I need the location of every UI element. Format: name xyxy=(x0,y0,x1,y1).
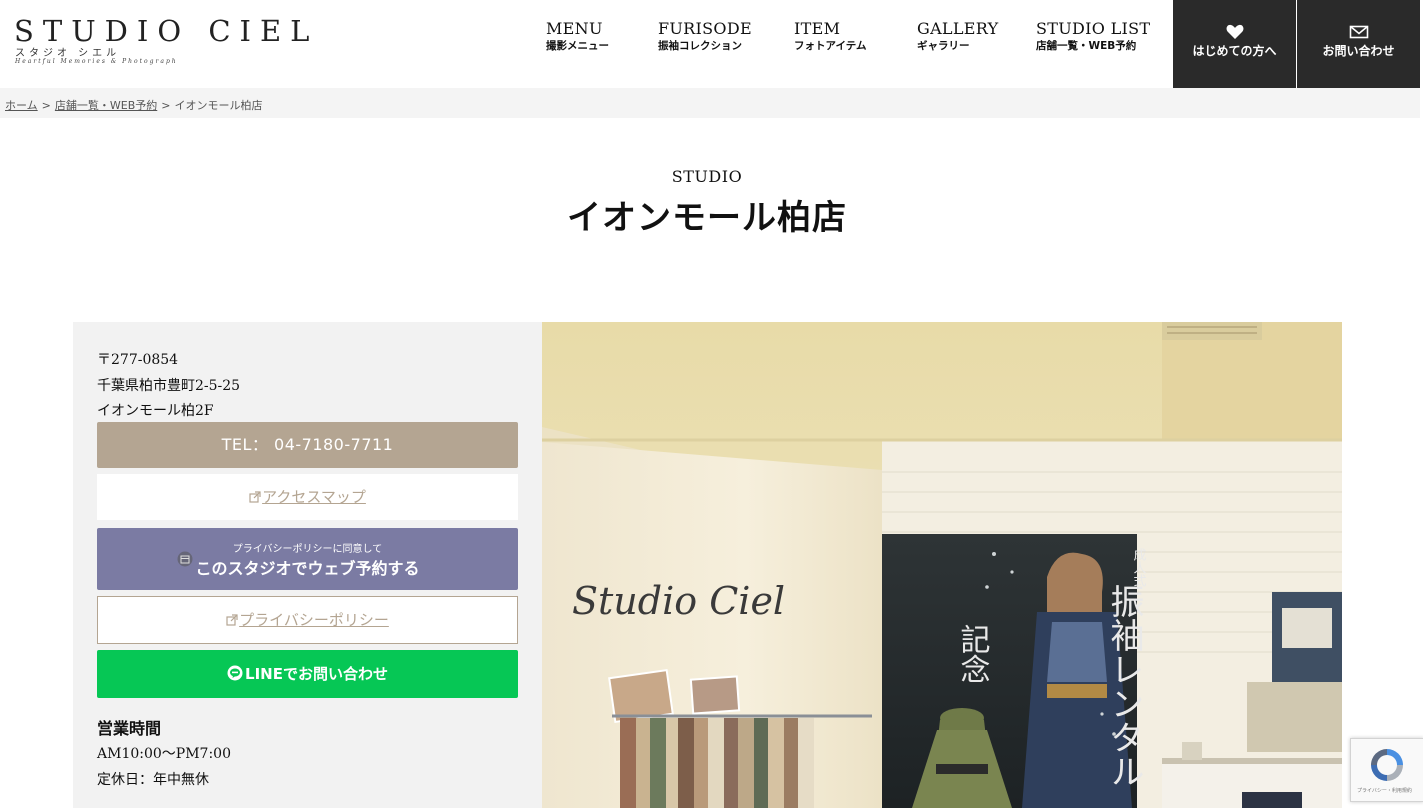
logo-wordmark: STUDIO CIEL xyxy=(14,14,319,48)
heart-icon xyxy=(1226,24,1243,39)
studio-address: 〒277-0854 千葉県柏市豊町2-5-25 イオンモール柏2F xyxy=(97,348,240,425)
hours-heading: 営業時間 xyxy=(97,719,162,738)
breadcrumb-separator: > xyxy=(41,99,51,112)
page-eyebrow: STUDIO xyxy=(671,167,743,186)
nav-item-ja-label: ギャラリー xyxy=(917,40,970,52)
external-link-icon xyxy=(226,613,238,626)
contact-button[interactable]: お問い合わせ xyxy=(1297,0,1420,88)
contact-label: お問い合わせ xyxy=(1322,44,1395,58)
nav-item-en-label: MENU xyxy=(546,19,603,38)
nav-item-ja-label: フォトアイテム xyxy=(794,40,867,52)
first-time-button[interactable]: はじめての方へ xyxy=(1173,0,1296,88)
nav-item-ja-label: 撮影メニュー xyxy=(546,40,609,52)
access-map-label: アクセスマップ xyxy=(262,488,366,506)
nav-item-studio-list[interactable]: STUDIO LIST 店舗一覧・WEB予約 xyxy=(1036,19,1150,53)
breadcrumb-current: イオンモール柏店 xyxy=(174,99,263,112)
recaptcha-badge[interactable]: プライバシー・利用規約 xyxy=(1350,738,1423,802)
page-title: イオンモール柏店 xyxy=(567,198,847,238)
logo-tagline: Heartful Memories & Photograph xyxy=(15,58,178,65)
line-contact-label: LINEでお問い合わせ xyxy=(245,665,388,683)
logo-kana: スタジオ シエル xyxy=(15,48,121,59)
nav-item-furisode[interactable]: FURISODE 振袖コレクション xyxy=(658,19,752,53)
first-time-label: はじめての方へ xyxy=(1192,44,1277,58)
mail-icon xyxy=(1349,25,1368,39)
external-link-icon xyxy=(249,490,261,503)
nav-item-en-label: GALLERY xyxy=(917,19,999,38)
web-reservation-button[interactable]: プライバシーポリシーに同意して このスタジオでウェブ予約する xyxy=(97,528,518,590)
poster-title: 振袖レンタル xyxy=(1104,584,1144,788)
nav-item-item[interactable]: ITEM フォトアイテム xyxy=(794,19,866,53)
breadcrumb-separator: > xyxy=(161,99,171,112)
address-line-2: イオンモール柏2F xyxy=(97,403,214,419)
nav-item-en-label: FURISODE xyxy=(658,19,752,38)
site-logo[interactable]: STUDIO CIEL スタジオ シエル Heartful Memories &… xyxy=(14,14,309,70)
poster-left-text: 記念 xyxy=(955,624,990,684)
opening-hours: AM10:00〜PM7:00 xyxy=(97,746,231,762)
poster-subtitle: 成人式 xyxy=(1131,548,1147,587)
breadcrumb-home-link[interactable]: ホーム xyxy=(5,99,38,112)
closed-days: 定休日：年中無休 xyxy=(97,771,209,788)
studio-interior-image: Studio Ciel 振袖レンタル 成人式 記念 xyxy=(542,322,1342,808)
ceiling-vent xyxy=(1162,322,1262,340)
recaptcha-terms[interactable]: プライバシー・利用規約 xyxy=(1357,787,1412,794)
studio-info-panel: 〒277-0854 千葉県柏市豊町2-5-25 イオンモール柏2F TEL： 0… xyxy=(73,322,542,808)
furisode-poster: 振袖レンタル 成人式 記念 xyxy=(882,534,1146,808)
postal-code: 〒277-0854 xyxy=(97,352,179,368)
privacy-policy-label: プライバシーポリシー xyxy=(239,611,389,629)
wall-sign-text: Studio Ciel xyxy=(572,579,785,623)
business-hours: AM10:00〜PM7:00 定休日：年中無休 xyxy=(97,742,231,793)
nav-item-menu[interactable]: MENU 撮影メニュー xyxy=(546,19,609,53)
address-line-1: 千葉県柏市豊町2-5-25 xyxy=(97,377,241,394)
nav-item-ja-label: 振袖コレクション xyxy=(658,40,742,52)
studio-photo: Studio Ciel 振袖レンタル 成人式 記念 xyxy=(542,322,1342,808)
nav-item-en-label: STUDIO LIST xyxy=(1036,19,1151,38)
access-map-link[interactable]: アクセスマップ xyxy=(97,474,518,520)
nav-item-en-label: ITEM xyxy=(794,19,841,38)
line-icon xyxy=(227,665,243,681)
nav-item-gallery[interactable]: GALLERY ギャラリー xyxy=(917,19,998,53)
tel-button[interactable]: TEL： 04-7180-7711 xyxy=(97,422,518,468)
web-reservation-note: プライバシーポリシーに同意して xyxy=(232,544,383,555)
breadcrumb-studio-list-link[interactable]: 店舗一覧・WEB予約 xyxy=(55,99,157,112)
site-header: STUDIO CIEL スタジオ シエル Heartful Memories &… xyxy=(0,0,1423,88)
web-reservation-label: このスタジオでウェブ予約する xyxy=(195,559,420,578)
line-contact-button[interactable]: LINEでお問い合わせ xyxy=(97,650,518,698)
nav-item-ja-label: 店舗一覧・WEB予約 xyxy=(1036,40,1137,52)
breadcrumb: ホーム > 店舗一覧・WEB予約 > イオンモール柏店 xyxy=(0,88,1420,118)
recaptcha-icon xyxy=(1371,749,1403,781)
privacy-policy-link[interactable]: プライバシーポリシー xyxy=(97,596,518,644)
